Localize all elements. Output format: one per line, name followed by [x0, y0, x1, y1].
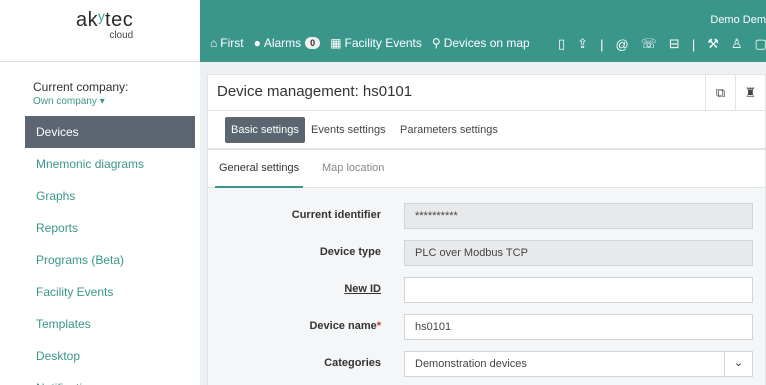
- categories-select[interactable]: Demonstration devices ⌄: [404, 351, 753, 377]
- separator: |: [600, 36, 604, 52]
- file-icon[interactable]: ▯: [558, 36, 565, 52]
- settings-panel: General settings Map location Current id…: [207, 149, 766, 385]
- nav-first-label: First: [220, 36, 244, 50]
- logo-brand-accent: tec: [105, 9, 134, 31]
- sidebar-item-facility-events[interactable]: Facility Events: [25, 276, 195, 308]
- nav-alarms[interactable]: ● Alarms 0: [254, 36, 321, 50]
- binoculars-icon[interactable]: ♜: [735, 75, 765, 110]
- general-settings-form: Current identifier ********** Device typ…: [208, 188, 765, 385]
- akytec-logo[interactable]: akʸtec cloud: [76, 10, 133, 42]
- events-icon: ▦: [330, 36, 342, 50]
- row-new-id: New ID: [208, 277, 765, 303]
- tab-parameters-settings[interactable]: Parameters settings: [394, 117, 504, 143]
- logo-arc-icon: ʸ: [98, 9, 106, 31]
- wrench-icon[interactable]: ⚒: [707, 36, 719, 52]
- sidebar-item-programs[interactable]: Programs (Beta): [25, 244, 195, 276]
- separator: |: [691, 36, 696, 52]
- logo-area: akʸtec cloud: [0, 0, 200, 62]
- header-actions: ⧉ ♜: [705, 75, 765, 110]
- sidebar-item-templates[interactable]: Templates: [25, 308, 195, 340]
- company-dropdown[interactable]: Own company ▾: [33, 96, 105, 107]
- current-company-label: Current company:: [33, 80, 129, 94]
- row-device-name: Device name* hs0101: [208, 314, 765, 340]
- nav-first[interactable]: ⌂ First: [210, 36, 244, 50]
- toolbar-icons: ▯ ⇪ | @ ☏ ⊟ | ⚒ ♙ ▢: [558, 36, 766, 52]
- categories-label: Categories: [324, 357, 381, 369]
- current-identifier-field: **********: [404, 203, 753, 229]
- row-current-identifier: Current identifier **********: [208, 203, 765, 229]
- device-name-label-wrap: Device name*: [309, 320, 381, 332]
- device-type-label: Device type: [319, 246, 381, 258]
- logo-brand: ak: [76, 9, 99, 31]
- sidebar-item-mnemonic-diagrams[interactable]: Mnemonic diagrams: [25, 148, 195, 180]
- at-icon[interactable]: @: [615, 37, 628, 52]
- sidebar-item-reports[interactable]: Reports: [25, 212, 195, 244]
- phone-icon[interactable]: ☏: [641, 36, 657, 52]
- alarms-count-badge: 0: [305, 37, 321, 49]
- sidebar-item-graphs[interactable]: Graphs: [25, 180, 195, 212]
- row-categories: Categories Demonstration devices ⌄: [208, 351, 765, 377]
- page-title: Device management: hs0101: [217, 83, 413, 100]
- subtab-general-settings[interactable]: General settings: [214, 162, 304, 188]
- subtabs: General settings Map location: [208, 150, 765, 188]
- categories-value: Demonstration devices: [415, 358, 527, 370]
- top-nav: ⌂ First ● Alarms 0 ▦ Facility Events ⚲ D…: [210, 36, 540, 50]
- required-marker: *: [376, 320, 381, 332]
- new-id-input[interactable]: [404, 277, 753, 303]
- sidebar: Current company: Own company ▾ Devices M…: [0, 62, 200, 385]
- copy-icon[interactable]: ⧉: [705, 75, 735, 110]
- sidebar-item-desktop[interactable]: Desktop: [25, 340, 195, 372]
- nav-facility-events[interactable]: ▦ Facility Events: [330, 36, 422, 50]
- alert-icon: ●: [253, 36, 261, 50]
- row-device-type: Device type PLC over Modbus TCP: [208, 240, 765, 266]
- device-name-input[interactable]: hs0101: [404, 314, 753, 340]
- sidebar-menu: Devices Mnemonic diagrams Graphs Reports…: [25, 116, 195, 385]
- nav-devices-on-map-label: Devices on map: [443, 36, 530, 50]
- nav-facility-events-label: Facility Events: [344, 36, 422, 50]
- home-icon: ⌂: [210, 36, 218, 50]
- top-bar: Demo Dem ⌂ First ● Alarms 0 ▦ Facility E…: [200, 0, 766, 62]
- new-id-label: New ID: [344, 283, 381, 295]
- inbox-icon[interactable]: ⊟: [669, 36, 680, 52]
- upload-icon[interactable]: ⇪: [577, 36, 588, 52]
- nav-devices-on-map[interactable]: ⚲ Devices on map: [432, 36, 530, 50]
- tab-basic-settings[interactable]: Basic settings: [225, 117, 305, 143]
- device-name-label: Device name: [309, 320, 377, 332]
- user-icon[interactable]: ♙: [731, 36, 743, 52]
- chevron-down-icon[interactable]: ⌄: [724, 351, 752, 377]
- tab-events-settings[interactable]: Events settings: [305, 117, 392, 143]
- logo-sub: cloud: [109, 30, 134, 41]
- settings-tabs: Basic settings Events settings Parameter…: [207, 111, 766, 149]
- device-type-field: PLC over Modbus TCP: [404, 240, 753, 266]
- map-pin-icon: ⚲: [431, 36, 441, 50]
- window-icon[interactable]: ▢: [755, 36, 766, 52]
- user-name[interactable]: Demo Dem: [710, 14, 766, 26]
- subtab-map-location[interactable]: Map location: [322, 162, 384, 174]
- nav-alarms-label: Alarms: [263, 36, 302, 50]
- current-identifier-label: Current identifier: [291, 209, 381, 221]
- sidebar-item-devices[interactable]: Devices: [25, 116, 195, 148]
- sidebar-item-notifications[interactable]: Notifications: [25, 372, 195, 385]
- page-header: Device management: hs0101 ⧉ ♜: [207, 74, 766, 111]
